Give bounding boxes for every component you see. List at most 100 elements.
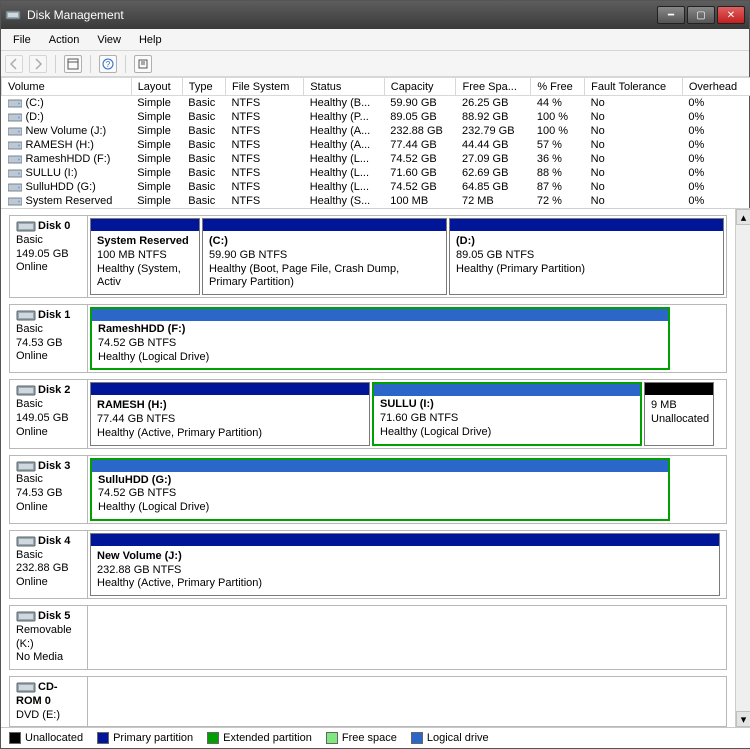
forward-button[interactable] <box>29 55 47 73</box>
scroll-down[interactable]: ▾ <box>736 711 750 727</box>
col-header[interactable]: Fault Tolerance <box>585 78 683 96</box>
col-header[interactable]: Layout <box>131 78 182 96</box>
drive-icon <box>8 154 22 164</box>
partition-bar <box>645 383 713 395</box>
window-title: Disk Management <box>27 8 657 22</box>
menu-help[interactable]: Help <box>131 32 170 48</box>
disk-meta: Disk 3Basic74.53 GBOnline <box>10 456 88 523</box>
maximize-button[interactable]: ▢ <box>687 6 715 24</box>
swatch-primary <box>97 732 109 744</box>
disk-row[interactable]: Disk 5Removable (K:)No Media <box>9 605 727 670</box>
col-header[interactable]: Free Spa... <box>456 78 531 96</box>
close-button[interactable]: ✕ <box>717 6 745 24</box>
partition[interactable]: New Volume (J:)232.88 GB NTFSHealthy (Ac… <box>90 533 720 596</box>
partition[interactable]: RameshHDD (F:)74.52 GB NTFSHealthy (Logi… <box>90 307 670 370</box>
minimize-button[interactable]: ━ <box>657 6 685 24</box>
legend-free: Free space <box>342 732 397 744</box>
col-header[interactable]: Type <box>182 78 225 96</box>
swatch-free <box>326 732 338 744</box>
disk-row[interactable]: Disk 4Basic232.88 GBOnlineNew Volume (J:… <box>9 530 727 599</box>
disk-icon <box>16 220 36 232</box>
volume-row[interactable]: New Volume (J:)SimpleBasicNTFSHealthy (A… <box>2 124 750 138</box>
drive-icon <box>8 98 22 108</box>
drive-icon <box>8 126 22 136</box>
partition-bar <box>91 534 719 546</box>
titlebar[interactable]: Disk Management ━ ▢ ✕ <box>1 1 749 29</box>
swatch-extended <box>207 732 219 744</box>
disk-row[interactable]: Disk 2Basic149.05 GBOnlineRAMESH (H:)77.… <box>9 379 727 448</box>
legend: Unallocated Primary partition Extended p… <box>1 727 750 748</box>
drive-icon <box>8 112 22 122</box>
drive-icon <box>8 182 22 192</box>
disk-icon <box>16 681 36 693</box>
partition[interactable]: 9 MBUnallocated <box>644 382 714 445</box>
disk-meta: Disk 1Basic74.53 GBOnline <box>10 305 88 372</box>
volume-row[interactable]: SULLU (I:)SimpleBasicNTFSHealthy (L...71… <box>2 166 750 180</box>
disk-icon <box>16 384 36 396</box>
drive-icon <box>8 196 22 206</box>
disk-meta: CD-ROM 0DVD (E:) <box>10 677 88 726</box>
col-header[interactable]: Volume <box>2 78 132 96</box>
view-button[interactable] <box>64 55 82 73</box>
disk-row[interactable]: Disk 3Basic74.53 GBOnlineSulluHDD (G:)74… <box>9 455 727 524</box>
partition[interactable]: (C:)59.90 GB NTFSHealthy (Boot, Page Fil… <box>202 218 447 295</box>
partition[interactable]: (D:)89.05 GB NTFSHealthy (Primary Partit… <box>449 218 724 295</box>
disk-row[interactable]: CD-ROM 0DVD (E:) <box>9 676 727 727</box>
settings-button[interactable] <box>134 55 152 73</box>
swatch-unallocated <box>9 732 21 744</box>
disk-meta: Disk 0Basic149.05 GBOnline <box>10 216 88 297</box>
back-button[interactable] <box>5 55 23 73</box>
disk-meta: Disk 2Basic149.05 GBOnline <box>10 380 88 447</box>
disk-map[interactable]: Disk 0Basic149.05 GBOnlineSystem Reserve… <box>1 209 735 727</box>
disk-icon <box>16 535 36 547</box>
disk-row[interactable]: Disk 0Basic149.05 GBOnlineSystem Reserve… <box>9 215 727 298</box>
volume-row[interactable]: SulluHDD (G:)SimpleBasicNTFSHealthy (L..… <box>2 180 750 194</box>
col-header[interactable]: File System <box>225 78 303 96</box>
partition-bar <box>450 219 723 231</box>
volume-row[interactable]: (D:)SimpleBasicNTFSHealthy (P...89.05 GB… <box>2 110 750 124</box>
menu-file[interactable]: File <box>5 32 39 48</box>
help-button[interactable]: ? <box>99 55 117 73</box>
disk-icon <box>16 460 36 472</box>
partition[interactable]: System Reserved100 MB NTFSHealthy (Syste… <box>90 218 200 295</box>
col-header[interactable]: Capacity <box>384 78 456 96</box>
app-icon <box>5 7 21 23</box>
partition[interactable]: SULLU (I:)71.60 GB NTFSHealthy (Logical … <box>372 382 642 445</box>
menu-action[interactable]: Action <box>41 32 88 48</box>
scrollbar[interactable]: ▴ ▾ <box>735 209 750 727</box>
legend-unallocated: Unallocated <box>25 732 83 744</box>
partition-bar <box>374 384 640 396</box>
partition-bar <box>91 219 199 231</box>
col-header[interactable]: Overhead <box>682 78 750 96</box>
menu-view[interactable]: View <box>89 32 129 48</box>
col-header[interactable]: % Free <box>531 78 585 96</box>
scroll-up[interactable]: ▴ <box>736 209 750 225</box>
volume-row[interactable]: (C:)SimpleBasicNTFSHealthy (B...59.90 GB… <box>2 96 750 111</box>
disk-icon <box>16 610 36 622</box>
disk-meta: Disk 5Removable (K:)No Media <box>10 606 88 669</box>
window: Disk Management ━ ▢ ✕ File Action View H… <box>0 0 750 749</box>
disk-row[interactable]: Disk 1Basic74.53 GBOnlineRameshHDD (F:)7… <box>9 304 727 373</box>
drive-icon <box>8 140 22 150</box>
toolbar: ? <box>1 51 749 77</box>
drive-icon <box>8 168 22 178</box>
legend-logical: Logical drive <box>427 732 489 744</box>
partition-bar <box>92 460 668 472</box>
legend-primary: Primary partition <box>113 732 193 744</box>
volume-row[interactable]: RameshHDD (F:)SimpleBasicNTFSHealthy (L.… <box>2 152 750 166</box>
swatch-logical <box>411 732 423 744</box>
partition[interactable]: RAMESH (H:)77.44 GB NTFSHealthy (Active,… <box>90 382 370 445</box>
partition-bar <box>92 309 668 321</box>
svg-text:?: ? <box>106 60 111 69</box>
legend-extended: Extended partition <box>223 732 312 744</box>
volume-row[interactable]: System ReservedSimpleBasicNTFSHealthy (S… <box>2 194 750 208</box>
disk-meta: Disk 4Basic232.88 GBOnline <box>10 531 88 598</box>
menubar: File Action View Help <box>1 29 749 51</box>
partition-bar <box>203 219 446 231</box>
volume-list[interactable]: VolumeLayoutTypeFile SystemStatusCapacit… <box>1 77 750 208</box>
col-header[interactable]: Status <box>304 78 385 96</box>
volume-row[interactable]: RAMESH (H:)SimpleBasicNTFSHealthy (A...7… <box>2 138 750 152</box>
partition-bar <box>91 383 369 395</box>
partition[interactable]: SulluHDD (G:)74.52 GB NTFSHealthy (Logic… <box>90 458 670 521</box>
disk-icon <box>16 309 36 321</box>
